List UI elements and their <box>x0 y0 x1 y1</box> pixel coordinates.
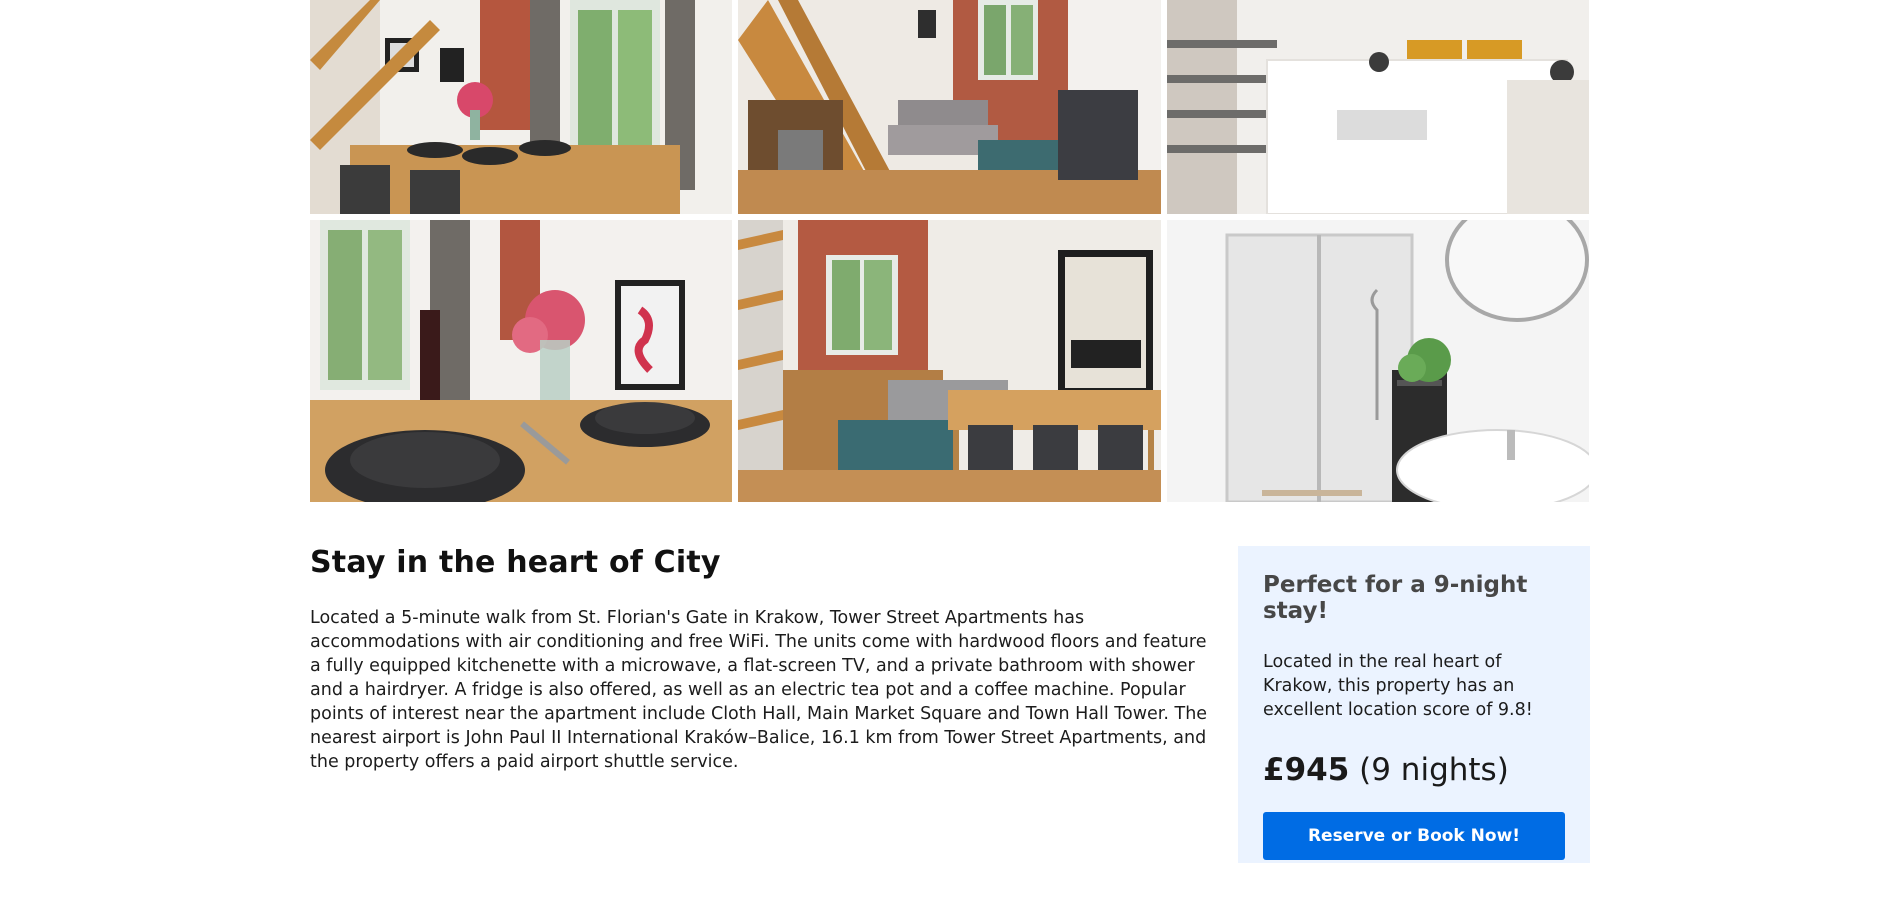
photo-gallery <box>310 0 1589 502</box>
property-description: Located a 5-minute walk from St. Florian… <box>310 608 1208 772</box>
booking-card-description: Located in the real heart of Krakow, thi… <box>1263 652 1533 720</box>
gallery-photo-bedroom[interactable] <box>1167 0 1589 214</box>
living-dining-area-photo-icon <box>738 220 1161 502</box>
living-room-stairs-photo-icon <box>738 0 1161 214</box>
bathroom-shower-photo-icon <box>1167 220 1589 502</box>
reserve-button[interactable]: Reserve or Book Now! <box>1263 812 1565 860</box>
gallery-photo-living-room[interactable] <box>738 0 1161 214</box>
price-display: £945 (9 nights) <box>1263 752 1565 788</box>
gallery-photo-living-dining[interactable] <box>738 220 1161 502</box>
gallery-photo-dining-room[interactable] <box>310 0 732 214</box>
booking-card-heading: Perfect for a 9-night stay! <box>1263 572 1528 624</box>
table-setting-photo-icon <box>310 220 732 502</box>
mezzanine-bedroom-photo-icon <box>1167 0 1589 214</box>
section-title: Stay in the heart of City <box>310 545 721 580</box>
price-nights: (9 nights) <box>1359 752 1509 788</box>
dining-room-photo-icon <box>310 0 732 214</box>
gallery-photo-table-setting[interactable] <box>310 220 732 502</box>
property-description-section: Stay in the heart of City Located a 5-mi… <box>310 545 1210 774</box>
gallery-photo-bathroom[interactable] <box>1167 220 1589 502</box>
price-amount: £945 <box>1263 752 1350 788</box>
booking-card: Perfect for a 9-night stay! Located in t… <box>1238 546 1590 863</box>
